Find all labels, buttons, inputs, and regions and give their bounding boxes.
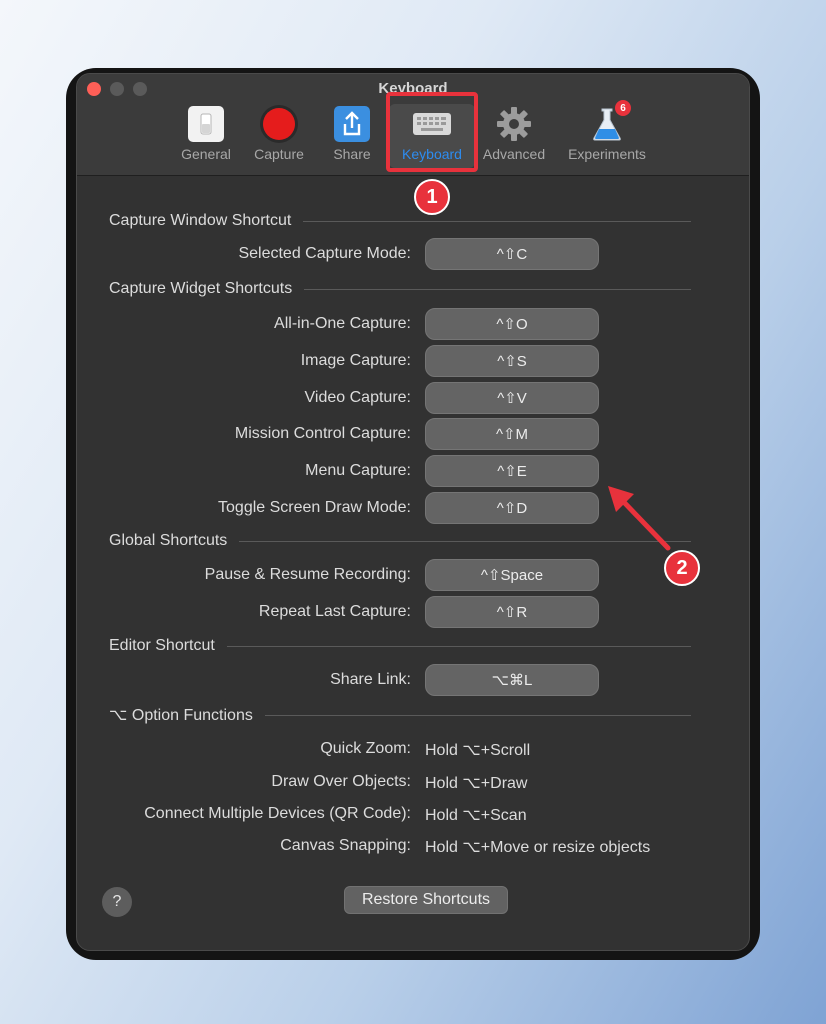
section-title: Capture Widget Shortcuts: [109, 280, 293, 297]
shortcut-label: Toggle Screen Draw Mode:: [218, 499, 411, 516]
tab-label: General: [181, 146, 231, 162]
shortcut-recorder[interactable]: ^⇧Space: [425, 559, 599, 591]
flask-icon: 6: [587, 100, 631, 144]
option-value: Hold ⌥+Move or resize objects: [425, 839, 651, 856]
shortcut-recorder[interactable]: ^⇧O: [425, 308, 599, 340]
shortcut-recorder[interactable]: ⌥⌘L: [425, 664, 599, 696]
shortcut-row: Video Capture: ^⇧V: [77, 382, 749, 416]
annotation-step-2: 2: [664, 550, 700, 586]
shortcut-recorder[interactable]: ^⇧V: [425, 382, 599, 414]
shortcut-label: Image Capture:: [300, 352, 411, 369]
shortcut-row: Repeat Last Capture: ^⇧R: [77, 596, 749, 630]
option-value: Hold ⌥+Scan: [425, 807, 527, 824]
section-divider: [303, 220, 691, 222]
shortcut-label: Share Link:: [330, 671, 411, 688]
record-circle-icon: [259, 104, 299, 144]
section-divider: [264, 714, 691, 716]
toggle-switch-icon: [186, 104, 226, 144]
section-option-functions: ⌥ Option Functions: [109, 703, 691, 727]
tab-experiments[interactable]: 6 Experiments: [564, 100, 650, 168]
shortcut-row: Share Link: ⌥⌘L: [77, 664, 749, 698]
title-bar: Keyboard General Capture Share Keyboard …: [77, 74, 749, 176]
shortcut-row: Selected Capture Mode: ^⇧C: [77, 238, 749, 272]
shortcut-label: Selected Capture Mode:: [238, 245, 411, 262]
shortcut-label: Repeat Last Capture:: [258, 603, 411, 620]
shortcut-recorder[interactable]: ^⇧M: [425, 418, 599, 450]
section-title: ⌥ Option Functions: [109, 707, 253, 724]
section-divider: [304, 288, 691, 290]
option-label: Quick Zoom:: [320, 740, 411, 757]
gear-icon: [494, 104, 534, 144]
option-value: Hold ⌥+Scroll: [425, 742, 531, 759]
shortcut-label: Video Capture:: [304, 389, 411, 406]
keyboard-icon: [412, 104, 452, 144]
shortcut-label: Menu Capture:: [305, 462, 411, 479]
window-title: Keyboard: [378, 80, 448, 97]
shortcut-label: Pause & Resume Recording:: [204, 566, 411, 583]
share-icon: [332, 104, 372, 144]
tab-label: Experiments: [568, 146, 646, 162]
option-value: Hold ⌥+Draw: [425, 775, 528, 792]
option-row: Connect Multiple Devices (QR Code): Hold…: [77, 798, 749, 832]
shortcut-recorder[interactable]: ^⇧C: [425, 238, 599, 270]
option-row: Draw Over Objects: Hold ⌥+Draw: [77, 766, 749, 800]
annotation-step-1: 1: [414, 179, 450, 215]
tab-share[interactable]: Share: [309, 104, 395, 168]
section-title: Capture Window Shortcut: [109, 212, 292, 229]
option-row: Quick Zoom: Hold ⌥+Scroll: [77, 733, 749, 767]
option-label: Connect Multiple Devices (QR Code):: [144, 805, 411, 822]
option-label: Draw Over Objects:: [271, 773, 411, 790]
section-editor: Editor Shortcut: [109, 634, 691, 658]
shortcut-label: All-in-One Capture:: [274, 315, 411, 332]
tab-label: Capture: [254, 146, 304, 162]
tab-keyboard[interactable]: Keyboard: [389, 104, 475, 168]
shortcut-recorder[interactable]: ^⇧E: [425, 455, 599, 487]
option-row: Canvas Snapping: Hold ⌥+Move or resize o…: [77, 830, 749, 864]
tab-label: Keyboard: [402, 146, 462, 162]
shortcut-row: Pause & Resume Recording: ^⇧Space: [77, 559, 749, 593]
shortcut-recorder[interactable]: ^⇧D: [425, 492, 599, 524]
help-button[interactable]: ?: [102, 887, 132, 917]
section-capture-window: Capture Window Shortcut: [109, 209, 691, 233]
section-capture-widget: Capture Widget Shortcuts: [109, 277, 691, 301]
shortcut-row: Image Capture: ^⇧S: [77, 345, 749, 379]
shortcut-row: Mission Control Capture: ^⇧M: [77, 418, 749, 452]
section-title: Global Shortcuts: [109, 532, 228, 549]
section-title: Editor Shortcut: [109, 637, 215, 654]
preferences-toolbar: General Capture Share Keyboard Advanced …: [77, 100, 749, 174]
tab-label: Share: [333, 146, 371, 162]
tab-label: Advanced: [482, 146, 546, 162]
restore-shortcuts-button[interactable]: Restore Shortcuts: [344, 886, 508, 914]
option-label: Canvas Snapping:: [280, 837, 411, 854]
shortcut-recorder[interactable]: ^⇧R: [425, 596, 599, 628]
keyboard-settings-pane: Capture Window Shortcut Selected Capture…: [77, 177, 749, 950]
section-divider: [226, 645, 691, 647]
shortcut-row: All-in-One Capture: ^⇧O: [77, 308, 749, 342]
tab-advanced[interactable]: Advanced: [471, 104, 557, 168]
notification-badge: 6: [615, 100, 631, 116]
annotation-arrow: [608, 486, 671, 551]
shortcut-label: Mission Control Capture:: [234, 425, 411, 442]
shortcut-recorder[interactable]: ^⇧S: [425, 345, 599, 377]
